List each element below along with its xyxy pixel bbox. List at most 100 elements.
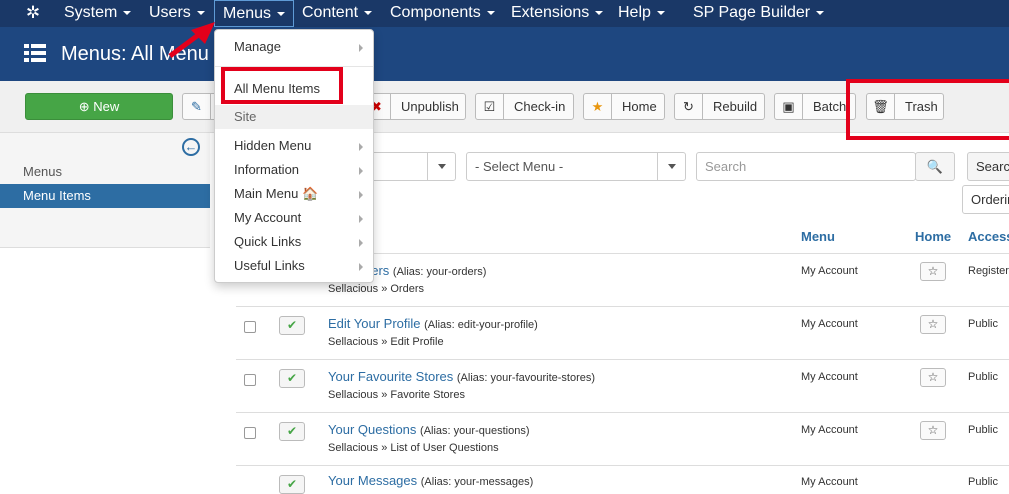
star-icon[interactable]: ☆ — [920, 421, 946, 440]
published-check-icon[interactable]: ✔ — [279, 475, 305, 494]
checkbox-icon: ☑ — [476, 94, 504, 119]
caret-down-icon — [277, 11, 286, 16]
star-icon: ★ — [584, 94, 612, 119]
unpublish-button[interactable]: ✖ Unpublish — [362, 93, 466, 120]
nav-label: Help — [618, 4, 651, 21]
row-checkbox[interactable] — [244, 374, 256, 386]
column-header-home[interactable]: Home — [915, 229, 951, 244]
item-path: Sellacious » Orders — [328, 283, 424, 295]
checkin-label: Check-in — [514, 99, 566, 114]
unpublish-label: Unpublish — [401, 99, 459, 114]
caret-down-icon — [656, 10, 665, 15]
item-menu: My Account — [801, 476, 858, 488]
nav-label: SP Page Builder — [693, 4, 811, 21]
menu-item-main-menu[interactable]: Main Menu 🏠 — [234, 186, 318, 202]
menu-item-useful-links[interactable]: Useful Links — [234, 258, 305, 273]
menu-item-information[interactable]: Information — [234, 162, 299, 177]
ordering-label: Ordering — [971, 192, 1009, 207]
item-menu: My Account — [801, 371, 858, 383]
joomla-logo-icon[interactable]: ✲ — [24, 4, 42, 22]
item-access: Public — [968, 476, 998, 488]
filter-select[interactable] — [362, 152, 456, 181]
menu-item-manage[interactable]: Manage — [234, 39, 281, 54]
chevron-down-icon — [427, 153, 455, 180]
caret-down-icon — [123, 10, 132, 15]
highlight-box-trash — [846, 79, 1009, 140]
row-checkbox[interactable] — [244, 321, 256, 333]
nav-label: Components — [390, 4, 481, 21]
item-alias: (Alias: your-orders) — [392, 266, 487, 278]
star-icon[interactable]: ☆ — [920, 368, 946, 387]
caret-down-icon — [816, 10, 825, 15]
item-alias: (Alias: your-messages) — [420, 476, 534, 488]
nav-system[interactable]: System — [64, 0, 132, 27]
table-row[interactable]: Your Questions (Alias: your-questions) — [328, 422, 529, 437]
item-title-link[interactable]: Your Favourite Stores — [328, 369, 453, 384]
search-placeholder: Search — [705, 159, 747, 174]
column-header-menu[interactable]: Menu — [801, 229, 835, 244]
row-checkbox[interactable] — [244, 427, 256, 439]
plus-circle-icon: ⊕ — [78, 99, 90, 114]
table-row[interactable]: Your Messages (Alias: your-messages) — [328, 473, 533, 488]
menu-item-quick-links[interactable]: Quick Links — [234, 234, 301, 249]
item-menu: My Account — [801, 424, 858, 436]
nav-content[interactable]: Content — [302, 0, 373, 27]
batch-label: Batch — [813, 99, 847, 114]
published-check-icon[interactable]: ✔ — [279, 369, 305, 388]
item-alias: (Alias: your-questions) — [420, 425, 530, 437]
home-button[interactable]: ★ Home — [583, 93, 665, 120]
published-check-icon[interactable]: ✔ — [279, 422, 305, 441]
item-menu: My Account — [801, 318, 858, 330]
batch-icon: ▣ — [775, 94, 803, 119]
site-section-header: Site — [215, 105, 373, 129]
search-button[interactable]: 🔍 — [915, 152, 955, 181]
nav-label: Extensions — [511, 4, 590, 21]
sidebar-item-menus[interactable]: Menus — [0, 160, 210, 184]
rebuild-label: Rebuild — [713, 99, 758, 114]
chevron-right-icon — [359, 167, 363, 175]
nav-help[interactable]: Help — [618, 0, 665, 27]
nav-components[interactable]: Components — [390, 0, 495, 27]
item-title-link[interactable]: Your Messages — [328, 473, 417, 488]
star-icon[interactable]: ☆ — [920, 315, 946, 334]
column-header-access[interactable]: Access — [968, 229, 1009, 244]
table-row[interactable]: ders (Alias: your-orders) — [364, 263, 486, 278]
divider — [236, 465, 1009, 466]
new-label: New — [93, 99, 120, 114]
edit-icon: ✎ — [183, 94, 211, 119]
nav-label: Users — [149, 4, 191, 21]
rebuild-button[interactable]: ↻ Rebuild — [674, 93, 765, 120]
nav-extensions[interactable]: Extensions — [511, 0, 604, 27]
search-text-label: Search — [976, 159, 1009, 174]
chevron-right-icon — [359, 143, 363, 151]
item-title-link[interactable]: Edit Your Profile — [328, 316, 421, 331]
item-access: Registered — [968, 265, 1009, 277]
batch-button[interactable]: ▣ Batch — [774, 93, 856, 120]
nav-menus[interactable]: Menus — [214, 0, 295, 27]
chevron-down-icon — [657, 153, 685, 180]
item-title-link[interactable]: Your Questions — [328, 422, 416, 437]
checkin-button[interactable]: ☑ Check-in — [475, 93, 574, 120]
search-input[interactable]: Search — [696, 152, 916, 181]
search-text-button[interactable]: Search — [967, 152, 1009, 181]
red-arrow-icon — [168, 22, 215, 59]
select-menu-value: - Select Menu - — [475, 159, 564, 174]
ordering-select[interactable]: Ordering — [962, 185, 1009, 214]
item-path: Sellacious » List of User Questions — [328, 442, 499, 454]
menu-item-my-account[interactable]: My Account — [234, 210, 301, 225]
sidebar-item-menu-items[interactable]: Menu Items — [0, 184, 210, 208]
collapse-sidebar-icon[interactable]: ← — [182, 138, 200, 156]
table-row[interactable]: Your Favourite Stores (Alias: your-favou… — [328, 369, 595, 384]
chevron-right-icon — [359, 44, 363, 52]
chevron-right-icon — [359, 191, 363, 199]
published-check-icon[interactable]: ✔ — [279, 316, 305, 335]
nav-sp-page-builder[interactable]: SP Page Builder — [693, 0, 825, 27]
table-row[interactable]: Edit Your Profile (Alias: edit-your-prof… — [328, 316, 538, 331]
main-menu-label: Main Menu — [234, 186, 299, 201]
star-icon[interactable]: ☆ — [920, 262, 946, 281]
select-menu-dropdown[interactable]: - Select Menu - — [466, 152, 686, 181]
new-button[interactable]: ⊕ New — [25, 93, 173, 120]
menu-item-hidden-menu[interactable]: Hidden Menu — [234, 138, 311, 153]
chevron-right-icon — [359, 239, 363, 247]
refresh-icon: ↻ — [675, 94, 703, 119]
